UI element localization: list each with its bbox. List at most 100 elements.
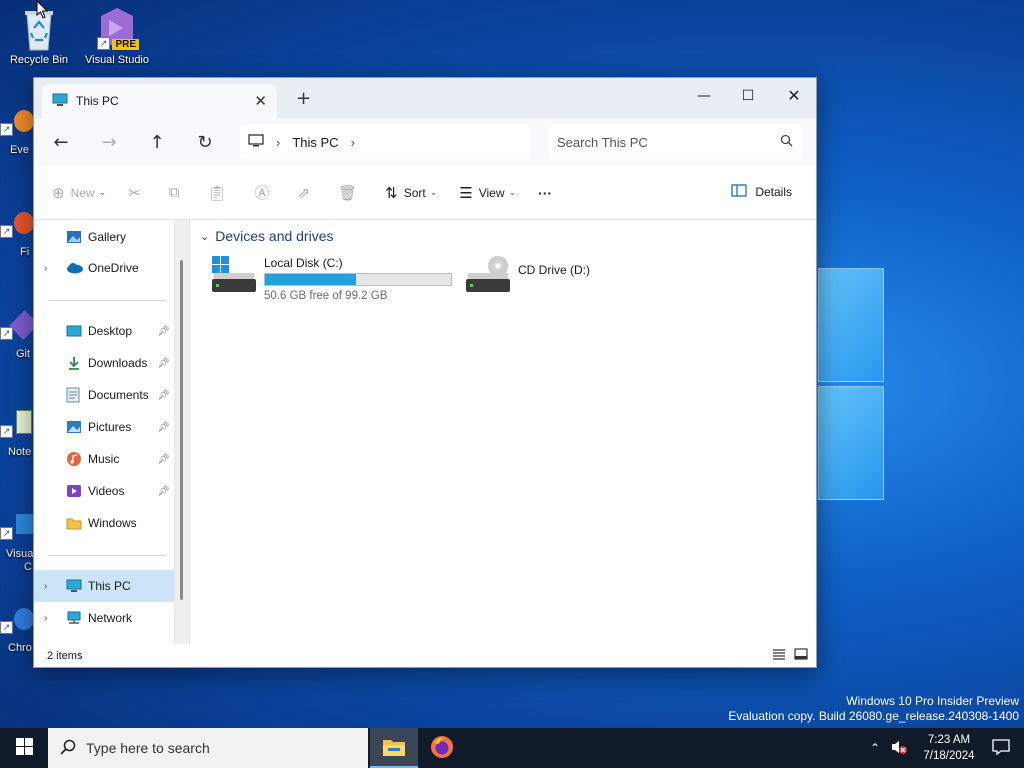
pin-icon[interactable]: 📌︎: [157, 358, 170, 369]
nav-label: Music: [88, 452, 120, 466]
nav-item-videos[interactable]: Videos 📌︎: [34, 475, 174, 507]
status-bar: 2 items: [34, 644, 816, 667]
nav-item-windows[interactable]: Windows: [34, 507, 174, 539]
chevron-right-icon[interactable]: ›: [44, 613, 66, 624]
delete-button[interactable]: 🗑︎: [338, 184, 363, 202]
minimize-button[interactable]: —: [681, 82, 727, 110]
pin-icon[interactable]: 📌︎: [157, 454, 170, 465]
copy-button[interactable]: ⧉: [169, 184, 186, 201]
tiles-view-icon[interactable]: [794, 648, 808, 663]
chevron-right-icon[interactable]: ›: [276, 135, 280, 150]
details-button[interactable]: Details: [731, 184, 792, 200]
group-title: Devices and drives: [215, 228, 334, 244]
address-bar[interactable]: › This PC ›: [240, 125, 530, 159]
chevron-down-icon: ⌄: [508, 187, 517, 197]
pin-icon[interactable]: 📌︎: [157, 486, 170, 497]
new-tab-button[interactable]: +: [296, 88, 311, 109]
clock[interactable]: 7:23 AM 7/18/2024: [916, 732, 982, 764]
nav-item-desktop[interactable]: Desktop 📌︎: [34, 315, 174, 347]
up-button[interactable]: ↑: [140, 125, 174, 159]
mouse-cursor-icon: [36, 0, 49, 22]
desktop-icon-partial[interactable]: ↗ Visua C: [0, 512, 34, 574]
cut-button[interactable]: ✂: [128, 184, 147, 202]
monitor-icon: [52, 93, 68, 110]
new-button[interactable]: ⊕ New ⌄: [52, 184, 106, 202]
desktop-icon-partial[interactable]: ↗ Git: [0, 310, 39, 360]
close-tab-icon[interactable]: ✕: [254, 92, 267, 110]
search-box[interactable]: Search This PC: [548, 125, 802, 159]
tab-this-pc[interactable]: This PC ✕: [42, 84, 277, 118]
forward-button[interactable]: →: [92, 125, 126, 159]
nav-item-onedrive[interactable]: › OneDrive: [34, 252, 174, 284]
drive-local-disk-c[interactable]: Local Disk (C:) 50.6 GB free of 99.2 GB: [212, 256, 452, 302]
desktop-icon-partial[interactable]: ↗ Note: [0, 410, 34, 458]
start-button[interactable]: [0, 728, 48, 768]
chevron-down-icon[interactable]: ⌄: [200, 230, 209, 243]
details-view-icon[interactable]: [772, 648, 786, 663]
group-header-devices[interactable]: ⌄ Devices and drives: [200, 228, 806, 244]
taskbar-search-input[interactable]: Type here to search: [86, 740, 210, 756]
chevron-right-icon[interactable]: ›: [44, 581, 66, 592]
taskbar-firefox[interactable]: [418, 728, 466, 768]
nav-divider: [48, 300, 166, 301]
sort-button[interactable]: ⇅ Sort ⌄: [385, 184, 437, 202]
download-icon: [66, 355, 88, 371]
desktop-icon-partial[interactable]: ↗ Fi: [0, 210, 34, 258]
rename-button[interactable]: Ⓐ: [254, 182, 275, 203]
taskbar-file-explorer[interactable]: [370, 728, 418, 768]
nav-scrollbar[interactable]: [180, 260, 183, 600]
maximize-button[interactable]: ☐: [725, 82, 771, 110]
nav-item-this-pc[interactable]: › This PC: [34, 570, 174, 602]
watermark-line: Evaluation copy. Build 26080.ge_release.…: [728, 709, 1019, 723]
rename-icon: Ⓐ: [254, 185, 270, 202]
sort-icon: ⇅: [385, 184, 398, 202]
title-bar[interactable]: This PC ✕ + — ☐ ✕: [34, 78, 816, 118]
content-pane[interactable]: ⌄ Devices and drives Local Disk (C:) 50.…: [190, 220, 816, 644]
nav-item-music[interactable]: Music 📌︎: [34, 443, 174, 475]
view-list-icon: ☰: [459, 184, 473, 202]
desktop-icon-visual-studio[interactable]: PRE ↗ Visual Studio: [79, 6, 155, 66]
search-input[interactable]: Search This PC: [557, 135, 780, 150]
details-pane-icon: [731, 184, 747, 200]
chevron-right-icon[interactable]: ›: [44, 263, 66, 274]
share-icon: ⇗: [297, 184, 311, 202]
cloud-icon: [66, 262, 88, 274]
tab-title: This PC: [76, 94, 119, 108]
pin-icon[interactable]: 📌︎: [157, 326, 170, 337]
drive-free-space: 50.6 GB free of 99.2 GB: [264, 290, 388, 302]
close-window-button[interactable]: ✕: [771, 82, 816, 110]
nav-item-pictures[interactable]: Pictures 📌︎: [34, 411, 174, 443]
pin-icon[interactable]: 📌︎: [157, 390, 170, 401]
view-button[interactable]: ☰ View ⌄: [459, 184, 516, 202]
new-label: New: [70, 185, 95, 200]
notification-icon[interactable]: [992, 738, 1010, 758]
drive-cd-d[interactable]: CD Drive (D:): [466, 256, 590, 292]
file-explorer-window[interactable]: This PC ✕ + — ☐ ✕ ← → ↑ ↻ › This PC › Se…: [33, 77, 817, 668]
chevron-right-icon[interactable]: ›: [351, 135, 355, 150]
document-icon: [66, 387, 88, 403]
refresh-button[interactable]: ↻: [188, 125, 222, 159]
nav-item-gallery[interactable]: Gallery: [34, 222, 174, 252]
trash-icon: 🗑︎: [338, 184, 358, 202]
nav-item-network[interactable]: › Network: [34, 602, 174, 634]
volume-muted-icon[interactable]: [890, 739, 908, 758]
pin-icon[interactable]: 📌︎: [157, 422, 170, 433]
nav-item-documents[interactable]: Documents 📌︎: [34, 379, 174, 411]
back-button[interactable]: ←: [44, 125, 78, 159]
taskbar-search-box[interactable]: Type here to search: [48, 728, 368, 768]
chevron-up-icon[interactable]: ⌃: [870, 741, 880, 755]
drive-name: Local Disk (C:): [264, 256, 343, 270]
vscode-icon: ↗: [0, 512, 34, 546]
navigation-pane[interactable]: Gallery › OneDrive Desktop 📌︎ Downloads …: [34, 220, 183, 644]
details-label: Details: [755, 185, 792, 199]
breadcrumb-this-pc[interactable]: This PC: [292, 135, 338, 150]
share-button[interactable]: ⇗: [298, 184, 317, 202]
more-options-button[interactable]: ···: [538, 185, 552, 201]
paste-button[interactable]: 📋︎: [207, 184, 232, 202]
nav-item-downloads[interactable]: Downloads 📌︎: [34, 347, 174, 379]
windows-wallpaper-logo: [818, 268, 886, 500]
desktop-icon-label: Recycle Bin: [9, 54, 69, 66]
search-icon[interactable]: [780, 134, 793, 150]
desktop-icon-partial[interactable]: ↗ Chro: [0, 606, 34, 654]
desktop-icon-partial[interactable]: ↗ Eve: [0, 108, 34, 156]
